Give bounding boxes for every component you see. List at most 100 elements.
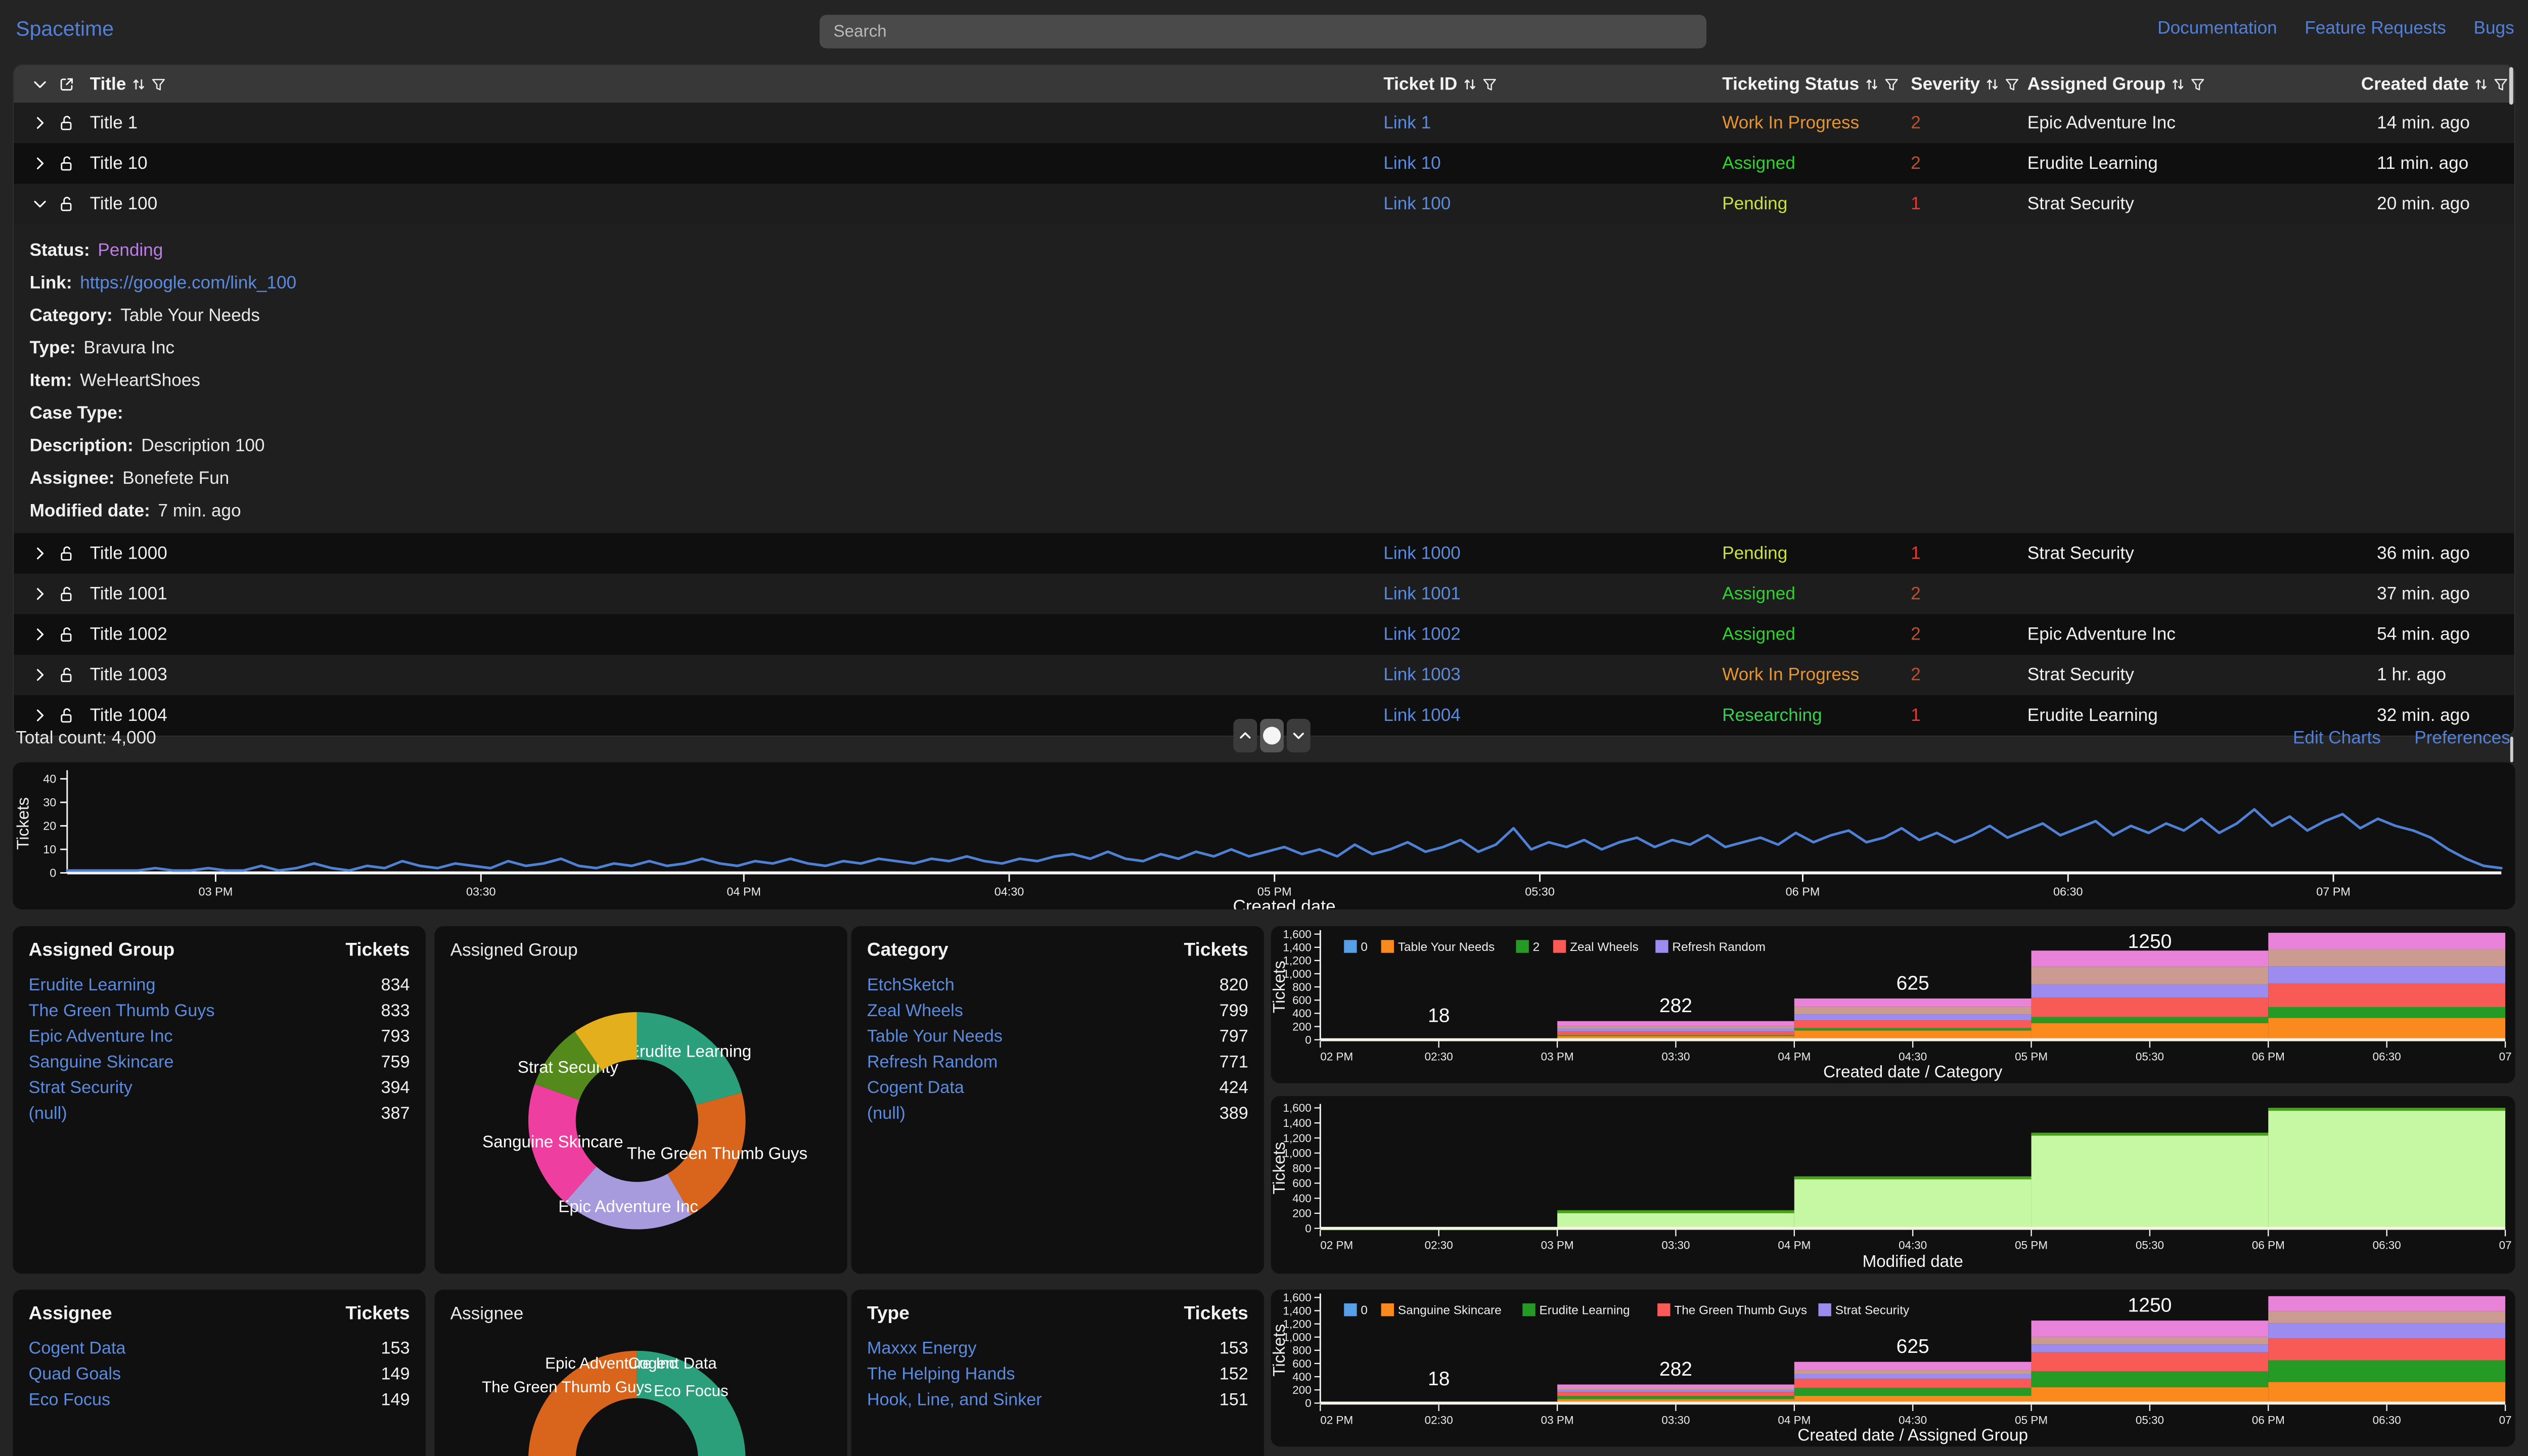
item-link[interactable]: Epic Adventure Inc bbox=[29, 1025, 173, 1046]
item-link[interactable]: Maxxx Energy bbox=[867, 1338, 977, 1358]
table-row[interactable]: Title 1002Link 1002Assigned2Epic Adventu… bbox=[14, 614, 2514, 655]
nav-link-feature-requests[interactable]: Feature Requests bbox=[2305, 18, 2446, 38]
search-input[interactable] bbox=[820, 15, 1706, 48]
app-logo[interactable]: Spacetime bbox=[16, 18, 114, 41]
lock-icon[interactable] bbox=[59, 143, 74, 184]
table-row[interactable]: Title 1001Link 1001Assigned237 min. ago bbox=[14, 574, 2514, 614]
table-row[interactable]: Title 1Link 1Work In Progress2Epic Adven… bbox=[14, 103, 2514, 143]
sort-icon[interactable] bbox=[2474, 76, 2489, 91]
column-header-ticketing-status[interactable]: Ticketing Status bbox=[1722, 65, 1899, 103]
column-header-ticket-id[interactable]: Ticket ID bbox=[1383, 65, 1497, 103]
filter-icon[interactable] bbox=[2190, 76, 2205, 91]
lock-icon[interactable] bbox=[59, 184, 74, 224]
nav-link-documentation[interactable]: Documentation bbox=[2157, 18, 2277, 38]
row-expander[interactable] bbox=[32, 143, 47, 184]
lock-icon[interactable] bbox=[59, 614, 74, 655]
export-icon[interactable] bbox=[58, 75, 75, 92]
column-header-assigned-group[interactable]: Assigned Group bbox=[2027, 65, 2205, 103]
detail-value[interactable]: https://google.com/link_100 bbox=[80, 272, 296, 293]
row-expander[interactable] bbox=[32, 614, 47, 655]
ticket-link[interactable]: Link 100 bbox=[1383, 184, 1451, 224]
row-expander[interactable] bbox=[32, 103, 47, 143]
item-link[interactable]: Cogent Data bbox=[29, 1338, 126, 1358]
page-up-button[interactable] bbox=[1233, 719, 1257, 752]
ticket-link[interactable]: Link 1003 bbox=[1383, 655, 1460, 695]
filter-icon bbox=[1482, 76, 1497, 91]
lock-icon[interactable] bbox=[59, 103, 74, 143]
svg-text:600: 600 bbox=[1292, 994, 1311, 1007]
table-row[interactable]: Title 1000Link 1000Pending1Strat Securit… bbox=[14, 533, 2514, 574]
table-scrollbar[interactable] bbox=[2509, 67, 2513, 105]
filter-icon[interactable] bbox=[151, 76, 165, 91]
table-row[interactable]: Title 1003Link 1003Work In Progress2Stra… bbox=[14, 655, 2514, 695]
assigned-group: Epic Adventure Inc bbox=[2027, 103, 2176, 143]
filter-icon[interactable] bbox=[2005, 76, 2019, 91]
item-link[interactable]: Erudite Learning bbox=[29, 974, 156, 995]
svg-text:02:30: 02:30 bbox=[1425, 1414, 1453, 1426]
created-date: 14 min. ago bbox=[2377, 103, 2470, 143]
lock-icon[interactable] bbox=[59, 533, 74, 574]
item-link[interactable]: Hook, Line, and Sinker bbox=[867, 1389, 1042, 1409]
line-chart-svg: 010203040Tickets03 PM03:3004 PM04:3005 P… bbox=[13, 762, 2515, 909]
detail-field: Assignee:Bonefete Fun bbox=[30, 462, 2514, 494]
item-link[interactable]: Zeal Wheels bbox=[867, 1000, 963, 1021]
item-link[interactable]: Table Your Needs bbox=[867, 1025, 1003, 1046]
collapse-all-icon[interactable] bbox=[32, 76, 47, 91]
column-header-severity[interactable]: Severity bbox=[1911, 65, 2019, 103]
column-header-created-date[interactable]: Created date bbox=[2361, 65, 2508, 103]
filter-icon[interactable] bbox=[1884, 76, 1899, 91]
sort-icon[interactable] bbox=[131, 76, 146, 91]
page-scrollbar[interactable] bbox=[2510, 737, 2513, 762]
assignee-donut-panel: AssigneeEpic Adventure IncCogent DataThe… bbox=[434, 1290, 847, 1456]
ticket-link[interactable]: Link 10 bbox=[1383, 143, 1440, 184]
category-value-header: Tickets bbox=[1184, 940, 1248, 962]
created-date: 36 min. ago bbox=[2377, 533, 2470, 574]
page-down-button[interactable] bbox=[1287, 719, 1311, 752]
row-expander[interactable] bbox=[32, 655, 47, 695]
list-item: EtchSketch820 bbox=[867, 972, 1248, 997]
row-title: Title 10 bbox=[90, 143, 148, 184]
svg-text:The Green Thumb Guys: The Green Thumb Guys bbox=[1674, 1304, 1807, 1317]
detail-label: Category: bbox=[30, 305, 113, 326]
ticket-link[interactable]: Link 1 bbox=[1383, 103, 1431, 143]
item-link[interactable]: Quad Goals bbox=[29, 1363, 121, 1384]
table-row[interactable]: Title 100Link 100Pending1Strat Security2… bbox=[14, 184, 2514, 224]
sort-icon[interactable] bbox=[1864, 76, 1879, 91]
nav-link-bugs[interactable]: Bugs bbox=[2474, 18, 2514, 38]
pager bbox=[1233, 719, 1310, 752]
preferences-link[interactable]: Preferences bbox=[2414, 727, 2510, 748]
filter-icon[interactable] bbox=[2494, 76, 2508, 91]
item-link[interactable]: Strat Security bbox=[29, 1077, 132, 1098]
row-title: Title 1000 bbox=[90, 533, 167, 574]
item-link[interactable]: The Green Thumb Guys bbox=[29, 1000, 215, 1021]
item-link[interactable]: Sanguine Skincare bbox=[29, 1051, 174, 1072]
ticket-link[interactable]: Link 1001 bbox=[1383, 574, 1460, 614]
svg-text:03:30: 03:30 bbox=[1661, 1051, 1690, 1063]
svg-text:Epic Adventure Inc: Epic Adventure Inc bbox=[558, 1198, 698, 1216]
item-link[interactable]: EtchSketch bbox=[867, 974, 955, 995]
row-expander[interactable] bbox=[32, 574, 47, 614]
sort-icon[interactable] bbox=[1462, 76, 1477, 91]
sort-icon[interactable] bbox=[1985, 76, 2000, 91]
item-link[interactable]: Cogent Data bbox=[867, 1077, 964, 1098]
sort-icon[interactable] bbox=[2171, 76, 2185, 91]
item-link[interactable]: Eco Focus bbox=[29, 1389, 110, 1409]
ticket-link[interactable]: Link 1000 bbox=[1383, 533, 1460, 574]
row-expander[interactable] bbox=[32, 184, 47, 224]
item-link[interactable]: (null) bbox=[867, 1103, 906, 1123]
column-header-title[interactable]: Title bbox=[90, 65, 166, 103]
item-link[interactable]: (null) bbox=[29, 1103, 67, 1123]
lock-icon[interactable] bbox=[59, 574, 74, 614]
item-link[interactable]: The Helping Hands bbox=[867, 1363, 1015, 1384]
table-row[interactable]: Title 10Link 10Assigned2Erudite Learning… bbox=[14, 143, 2514, 184]
sort-icon bbox=[1462, 76, 1477, 91]
item-link[interactable]: Refresh Random bbox=[867, 1051, 998, 1072]
ticket-link[interactable]: Link 1002 bbox=[1383, 614, 1460, 655]
page-current-button[interactable] bbox=[1260, 719, 1284, 752]
chevron-up-icon bbox=[1238, 729, 1252, 742]
edit-charts-link[interactable]: Edit Charts bbox=[2293, 727, 2381, 748]
lock-icon[interactable] bbox=[59, 655, 74, 695]
filter-icon[interactable] bbox=[1482, 76, 1497, 91]
row-expander[interactable] bbox=[32, 533, 47, 574]
svg-text:The Green Thumb Guys: The Green Thumb Guys bbox=[482, 1378, 652, 1396]
